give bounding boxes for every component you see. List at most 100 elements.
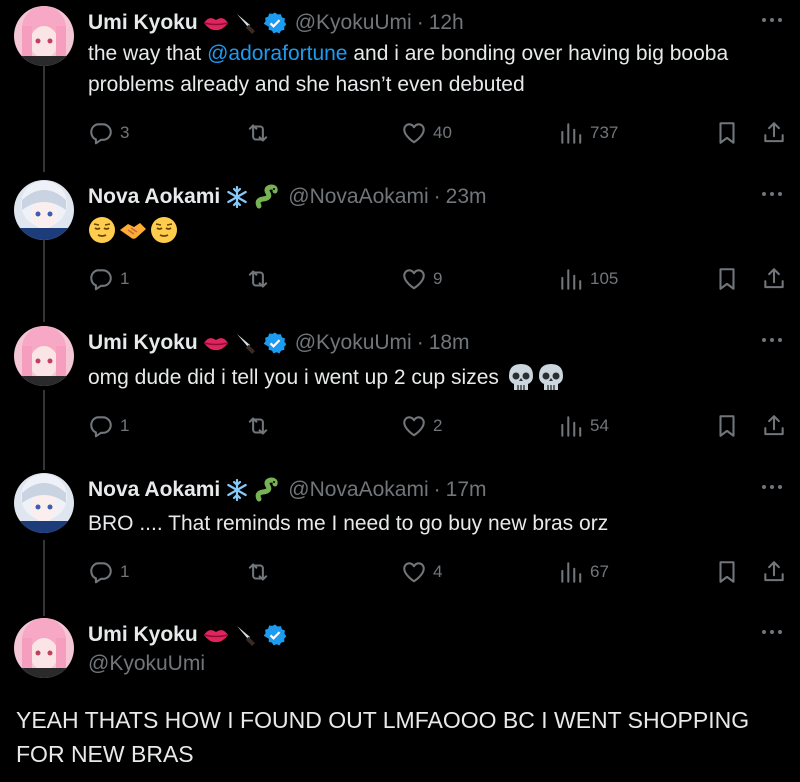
handle[interactable]: @NovaAokami: [288, 478, 428, 502]
like-icon: [403, 562, 425, 583]
tweet-header: Umi Kyoku @KyokuUmi · 18m: [88, 328, 470, 358]
retweet-icon: [248, 563, 268, 581]
reply-button[interactable]: 3: [88, 118, 129, 148]
reply-icon: [90, 416, 112, 438]
bookmark-button[interactable]: [714, 264, 740, 294]
verified-badge-icon: [263, 331, 287, 355]
retweet-icon: [248, 124, 268, 142]
like-button[interactable]: 2: [401, 411, 442, 441]
verified-badge-icon: [263, 11, 287, 35]
handle[interactable]: @KyokuUmi: [88, 652, 205, 676]
knife-emoji: [234, 623, 258, 647]
tweet-text-part: the way that: [88, 42, 208, 65]
views-button[interactable]: 737: [558, 118, 618, 148]
tweet-text: omg dude did i tell you i went up 2 cup …: [88, 362, 768, 393]
separator-dot: ·: [416, 331, 424, 354]
display-name[interactable]: Umi Kyoku: [88, 331, 198, 355]
views-button[interactable]: 54: [558, 411, 609, 441]
views-icon: [561, 269, 582, 290]
relieved-face-emoji: [88, 216, 116, 244]
views-button[interactable]: 67: [558, 557, 609, 587]
retweet-button[interactable]: [245, 118, 277, 148]
like-button[interactable]: 9: [401, 264, 442, 294]
tweet[interactable]: Nova Aokami @NovaAokami · 23m 1 9 105: [0, 180, 800, 310]
avatar[interactable]: [14, 326, 74, 386]
views-count: 67: [590, 562, 609, 581]
focused-tweet-text: YEAH THATS HOW I FOUND OUT LMFAOOO BC I …: [16, 707, 750, 767]
timestamp[interactable]: 18m: [429, 331, 470, 355]
skull-emoji: [537, 363, 565, 393]
like-icon: [403, 269, 425, 290]
tweet-text: BRO .... That reminds me I need to go bu…: [88, 508, 768, 539]
knife-emoji: [234, 11, 258, 35]
display-name[interactable]: Umi Kyoku: [88, 11, 198, 35]
reply-count: 1: [120, 562, 130, 581]
share-icon: [764, 561, 784, 582]
display-name[interactable]: Nova Aokami: [88, 185, 220, 209]
reply-count: 3: [120, 123, 130, 142]
share-button[interactable]: [761, 411, 787, 441]
reply-icon: [90, 562, 112, 584]
views-count: 105: [590, 269, 619, 288]
retweet-icon: [248, 270, 268, 288]
tweet-header: Umi Kyoku: [88, 620, 287, 650]
retweet-button[interactable]: [245, 264, 277, 294]
bookmark-button[interactable]: [714, 557, 740, 587]
retweet-button[interactable]: [245, 557, 277, 587]
handle[interactable]: @NovaAokami: [288, 185, 428, 209]
tweet[interactable]: Nova Aokami @NovaAokami · 17m BRO .... T…: [0, 473, 800, 603]
share-icon: [764, 415, 784, 436]
avatar[interactable]: [14, 180, 74, 240]
bookmark-icon: [719, 122, 735, 144]
tweet-text: [88, 214, 768, 246]
timestamp[interactable]: 23m: [446, 185, 487, 209]
share-button[interactable]: [761, 557, 787, 587]
display-name[interactable]: Nova Aokami: [88, 478, 220, 502]
avatar[interactable]: [14, 6, 74, 66]
mention-link[interactable]: @adorafortune: [207, 42, 347, 65]
more-icon[interactable]: [760, 184, 784, 204]
like-button[interactable]: 40: [401, 118, 452, 148]
share-button[interactable]: [761, 264, 787, 294]
more-icon[interactable]: [760, 477, 784, 497]
retweet-icon: [248, 417, 268, 435]
reply-button[interactable]: 1: [88, 411, 129, 441]
snowflake-emoji: [225, 185, 249, 209]
like-icon: [403, 123, 425, 144]
display-name[interactable]: Umi Kyoku: [88, 623, 198, 647]
avatar[interactable]: [14, 473, 74, 533]
bookmark-icon: [719, 561, 735, 583]
bookmark-icon: [719, 415, 735, 437]
views-count: 54: [590, 416, 609, 435]
timestamp[interactable]: 17m: [446, 478, 487, 502]
like-icon: [403, 416, 425, 437]
share-button[interactable]: [761, 118, 787, 148]
verified-badge-icon: [263, 623, 287, 647]
lips-emoji: [203, 626, 229, 644]
like-button[interactable]: 4: [401, 557, 442, 587]
views-button[interactable]: 105: [558, 264, 618, 294]
views-count: 737: [590, 123, 619, 142]
bookmark-button[interactable]: [714, 411, 740, 441]
tweet-text-part: omg dude did i tell you i went up 2 cup …: [88, 366, 499, 389]
reply-button[interactable]: 1: [88, 557, 129, 587]
handle[interactable]: @KyokuUmi: [295, 331, 412, 355]
timestamp[interactable]: 12h: [429, 11, 464, 35]
like-count: 9: [433, 269, 443, 288]
share-icon: [764, 268, 784, 289]
tweet-header: Nova Aokami @NovaAokami · 23m: [88, 182, 487, 212]
more-icon[interactable]: [760, 622, 784, 642]
more-icon[interactable]: [760, 10, 784, 30]
avatar[interactable]: [14, 618, 74, 678]
retweet-button[interactable]: [245, 411, 277, 441]
reply-icon: [90, 269, 112, 291]
snake-emoji: [254, 477, 280, 503]
reply-button[interactable]: 1: [88, 264, 129, 294]
views-icon: [561, 562, 582, 583]
handle[interactable]: @KyokuUmi: [295, 11, 412, 35]
tweet[interactable]: Umi Kyoku @KyokuUmi · 18m omg dude did i…: [0, 326, 800, 456]
more-icon[interactable]: [760, 330, 784, 350]
action-bar: 1 4 67: [88, 557, 788, 587]
bookmark-button[interactable]: [714, 118, 740, 148]
tweet[interactable]: Umi Kyoku @KyokuUmi · 12h the way that @…: [0, 6, 800, 156]
